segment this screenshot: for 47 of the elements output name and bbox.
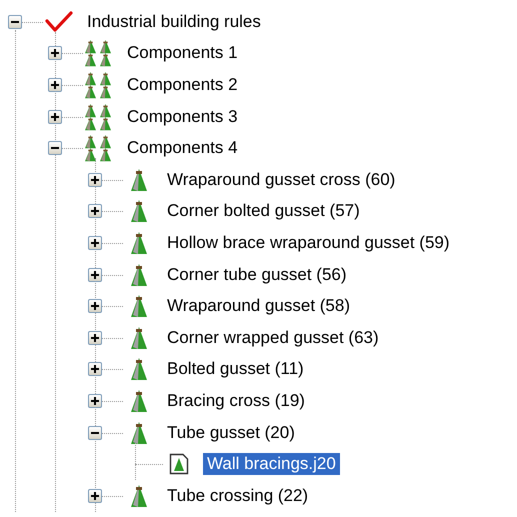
tree-item[interactable]: Tube crossing (22) [163, 484, 312, 507]
cone-icon [130, 168, 148, 192]
cone-icon [130, 357, 148, 382]
cones-icon [84, 39, 114, 68]
collapse-button[interactable] [8, 14, 22, 29]
cone-icon [130, 420, 148, 445]
tree-item[interactable]: Corner wrapped gusset (63) [163, 326, 383, 349]
cone-icon [130, 388, 148, 413]
collapse-button[interactable] [88, 426, 102, 440]
tree-item[interactable]: Bracing cross (19) [163, 390, 309, 412]
cone-icon [130, 484, 148, 508]
tree-item[interactable]: Components 2 [123, 74, 242, 96]
expand-button[interactable] [88, 236, 102, 250]
expand-button[interactable] [88, 362, 102, 376]
cones-icon [84, 102, 114, 131]
tree-item[interactable]: Bolted gusset (11) [163, 358, 308, 380]
tree-item[interactable]: Industrial building rules [83, 10, 265, 33]
collapse-button[interactable] [48, 141, 62, 156]
cone-icon [130, 326, 148, 350]
cone-icon [130, 199, 148, 224]
tree-item[interactable]: Wraparound gusset cross (60) [163, 168, 400, 191]
expand-button[interactable] [88, 172, 102, 187]
expand-button[interactable] [48, 78, 62, 92]
tree-item[interactable]: Corner bolted gusset (57) [163, 200, 364, 222]
tree-item[interactable]: Components 3 [123, 106, 242, 128]
tree-item[interactable]: Wraparound gusset (58) [163, 295, 354, 318]
expand-button[interactable] [48, 46, 62, 60]
expand-button[interactable] [88, 204, 102, 218]
tree-item[interactable]: Tube gusset (20) [163, 422, 299, 444]
expand-button[interactable] [88, 394, 102, 408]
cone-icon [130, 262, 148, 287]
expand-button[interactable] [88, 488, 102, 503]
tree-item[interactable]: Components 4 [123, 137, 242, 160]
cones-icon [84, 70, 114, 99]
expand-button[interactable] [88, 299, 102, 314]
expand-button[interactable] [88, 268, 102, 282]
tree-item[interactable]: Components 1 [123, 42, 242, 64]
cones-icon [84, 134, 114, 162]
expand-button[interactable] [88, 330, 102, 345]
cone-icon [130, 230, 148, 255]
cone-icon [130, 294, 148, 318]
expand-button[interactable] [48, 110, 62, 124]
tree-item[interactable]: Wall bracings.j20 [203, 453, 340, 476]
document-icon [169, 453, 189, 476]
tree-item[interactable]: Hollow brace wraparound gusset (59) [163, 232, 454, 254]
checkmark-icon [44, 10, 74, 34]
tree-item[interactable]: Corner tube gusset (56) [163, 264, 351, 286]
